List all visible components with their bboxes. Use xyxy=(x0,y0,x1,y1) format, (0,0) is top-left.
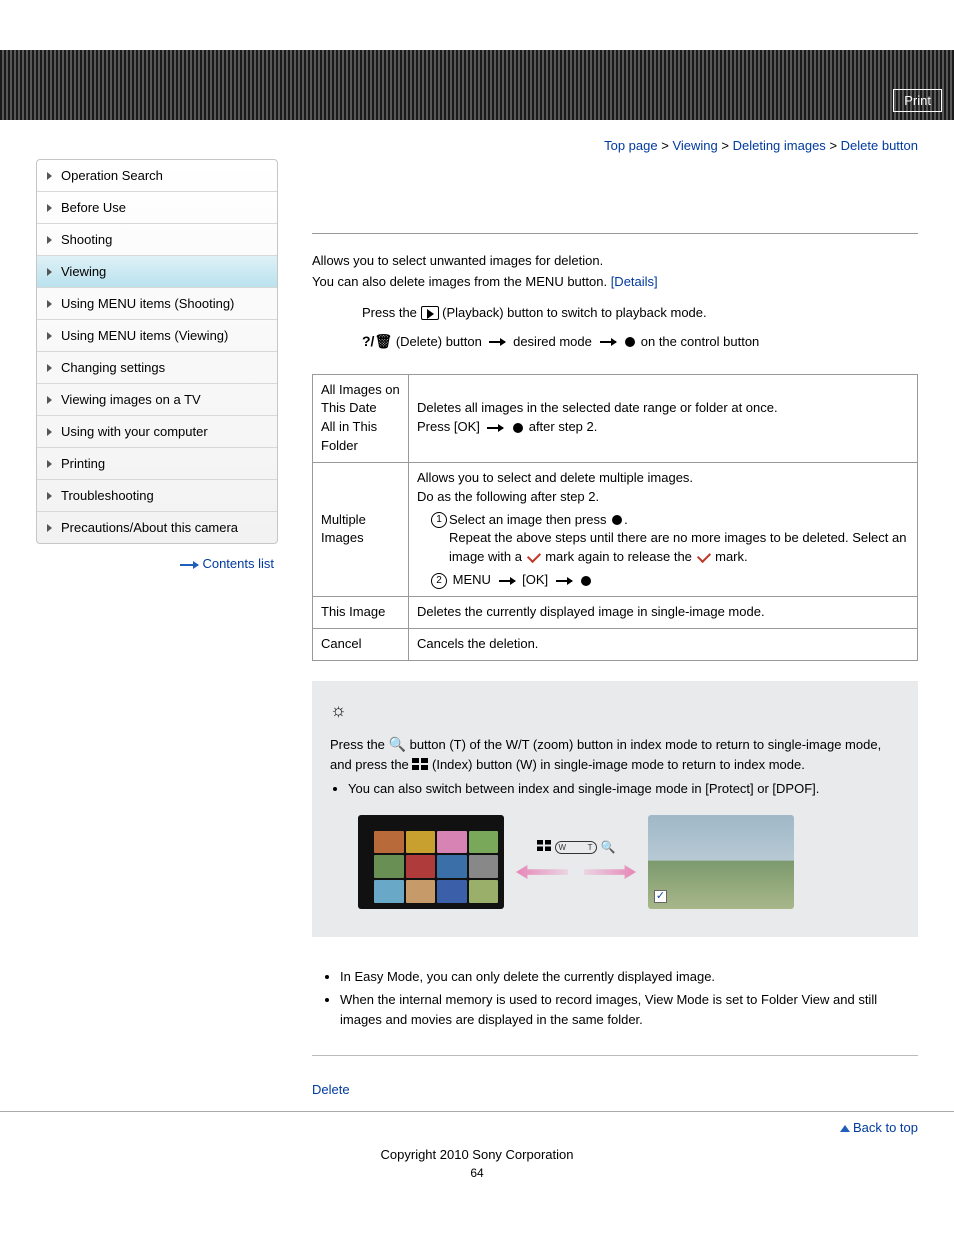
wt-bar-icon xyxy=(555,841,597,854)
crumb-current: Delete button xyxy=(841,138,918,153)
related-topic-link[interactable]: Delete xyxy=(312,1082,918,1097)
center-button-icon xyxy=(625,337,635,347)
notes: In Easy Mode, you can only delete the cu… xyxy=(312,967,918,1030)
print-button[interactable]: Print xyxy=(893,89,942,112)
magnifier-icon: 🔍 xyxy=(389,736,406,752)
contents-list-link[interactable]: Contents list xyxy=(36,544,278,571)
modes-table: All Images on This Date All in This Fold… xyxy=(312,374,918,661)
center-button-icon xyxy=(612,515,622,525)
back-to-top-link[interactable]: Back to top xyxy=(0,1111,954,1139)
index-icon xyxy=(412,756,428,776)
crumb-viewing[interactable]: Viewing xyxy=(672,138,717,153)
arrow-icon xyxy=(556,580,572,582)
checkbox-icon: ✓ xyxy=(654,890,667,903)
arrow-icon xyxy=(487,427,503,429)
single-image-thumbnail: ✓ xyxy=(648,815,794,909)
step-2-icon: 2 xyxy=(431,573,447,589)
center-button-icon xyxy=(513,423,523,433)
sidebar-item-before-use[interactable]: Before Use xyxy=(37,192,277,224)
hint-box: ☼ Press the 🔍 button (T) of the W/T (zoo… xyxy=(312,681,918,937)
sidebar-item-operation-search[interactable]: Operation Search xyxy=(37,160,277,192)
intro-text: Allows you to select unwanted images for… xyxy=(312,252,918,292)
details-link[interactable]: [Details] xyxy=(611,274,658,289)
magnifier-icon: 🔍 xyxy=(601,838,616,856)
table-row: Multiple Images Allows you to select and… xyxy=(313,462,918,596)
arrow-right-icon xyxy=(584,865,636,879)
check-icon xyxy=(696,549,710,563)
copyright: Copyright 2010 Sony Corporation xyxy=(0,1139,954,1166)
sidebar-item-precautions[interactable]: Precautions/About this camera xyxy=(37,512,277,543)
table-row: Cancel Cancels the deletion. xyxy=(313,628,918,660)
sidebar-item-shooting[interactable]: Shooting xyxy=(37,224,277,256)
arrow-icon xyxy=(499,580,515,582)
hint-figure: 🔍 ✓ xyxy=(358,815,798,909)
sidebar-item-menu-viewing[interactable]: Using MENU items (Viewing) xyxy=(37,320,277,352)
page-number: 64 xyxy=(0,1166,954,1200)
sidebar-item-printing[interactable]: Printing xyxy=(37,448,277,480)
index-mode-thumbnail xyxy=(358,815,504,909)
sidebar-item-changing-settings[interactable]: Changing settings xyxy=(37,352,277,384)
index-icon xyxy=(537,838,551,856)
arrow-left-icon xyxy=(516,865,568,879)
header-banner: Print xyxy=(0,50,954,120)
sidebar-item-viewing[interactable]: Viewing xyxy=(37,256,277,288)
sidebar: Operation Search Before Use Shooting Vie… xyxy=(36,159,278,544)
sidebar-item-viewing-tv[interactable]: Viewing images on a TV xyxy=(37,384,277,416)
main-content: Allows you to select unwanted images for… xyxy=(278,153,918,1103)
crumb-top[interactable]: Top page xyxy=(604,138,658,153)
steps: Press the (Playback) button to switch to… xyxy=(362,302,918,354)
arrow-icon xyxy=(489,341,505,343)
playback-icon xyxy=(421,306,439,320)
table-row: All Images on This Date All in This Fold… xyxy=(313,374,918,462)
delete-icon: ?/🗑 xyxy=(362,333,392,349)
arrow-icon xyxy=(600,341,616,343)
step-1-icon: 1 xyxy=(431,512,447,528)
sidebar-item-computer[interactable]: Using with your computer xyxy=(37,416,277,448)
center-button-icon xyxy=(581,576,591,586)
zoom-control-illustration: 🔍 xyxy=(516,838,636,885)
sidebar-item-troubleshooting[interactable]: Troubleshooting xyxy=(37,480,277,512)
arrow-icon xyxy=(180,564,198,566)
crumb-deleting[interactable]: Deleting images xyxy=(733,138,826,153)
check-icon xyxy=(527,549,541,563)
table-row: This Image Deletes the currently display… xyxy=(313,597,918,629)
breadcrumb: Top page > Viewing > Deleting images > D… xyxy=(0,120,954,153)
sidebar-item-menu-shooting[interactable]: Using MENU items (Shooting) xyxy=(37,288,277,320)
triangle-up-icon xyxy=(840,1125,850,1132)
hint-bulb-icon: ☼ xyxy=(330,697,900,724)
